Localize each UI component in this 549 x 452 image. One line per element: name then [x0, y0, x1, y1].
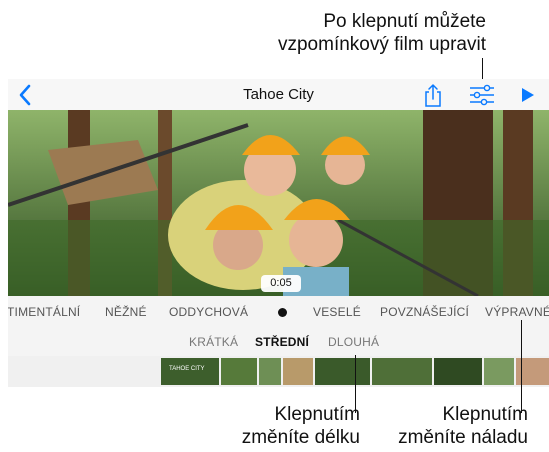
mood-callout-line-1: Klepnutím — [442, 404, 528, 425]
mood-callout: Klepnutím změníte náladu — [368, 403, 528, 449]
filmstrip-thumb — [372, 358, 432, 385]
nav-bar: Tahoe City — [8, 79, 549, 111]
selected-mood-dot-icon — [278, 308, 287, 317]
filmstrip[interactable]: TAHOE CITY — [8, 356, 549, 387]
filmstrip-thumb — [484, 358, 514, 385]
filmstrip-title-label: TAHOE CITY — [169, 366, 205, 372]
mood-item[interactable]: NĚŽNÉ — [105, 305, 147, 319]
mood-item[interactable]: VESELÉ — [313, 305, 361, 319]
length-callout-line-1: Klepnutím — [274, 404, 360, 425]
sliders-icon[interactable] — [468, 82, 496, 108]
length-selector: KRÁTKÁ STŘEDNÍ DLOUHÁ — [8, 328, 549, 356]
mood-callout-leader — [521, 320, 522, 413]
length-item-medium[interactable]: STŘEDNÍ — [255, 335, 309, 349]
length-callout: Klepnutím změníte délku — [150, 403, 360, 449]
memory-movie-screen: Tahoe City 0:05 TIMENTÁLNÍ NĚŽNÉ ODDYCHO… — [8, 79, 549, 387]
mood-item[interactable]: POVZNÁŠEJÍCÍ — [380, 305, 469, 319]
filmstrip-thumb — [315, 358, 370, 385]
length-item-short[interactable]: KRÁTKÁ — [189, 335, 238, 349]
edit-callout-line-1: Po klepnutí můžete — [323, 11, 486, 32]
mood-item[interactable]: ODDYCHOVÁ — [169, 305, 248, 319]
mood-callout-line-2: změníte náladu — [398, 427, 528, 448]
edit-callout-line-2: vzpomínkový film upravit — [277, 34, 486, 55]
play-icon[interactable] — [516, 82, 538, 108]
length-callout-line-2: změníte délku — [241, 427, 360, 448]
filmstrip-thumb — [221, 358, 257, 385]
filmstrip-thumb — [259, 358, 281, 385]
filmstrip-thumb — [283, 358, 313, 385]
time-badge: 0:05 — [261, 275, 301, 292]
mood-item[interactable]: TIMENTÁLNÍ — [8, 305, 80, 319]
mood-selector: TIMENTÁLNÍ NĚŽNÉ ODDYCHOVÁ VESELÉ POVZNÁ… — [8, 296, 549, 329]
filmstrip-thumb: TAHOE CITY — [161, 358, 219, 385]
edit-callout: Po klepnutí můžete vzpomínkový film upra… — [278, 10, 486, 56]
filmstrip-thumb — [434, 358, 482, 385]
length-item-long[interactable]: DLOUHÁ — [328, 335, 379, 349]
video-frame-image — [8, 110, 549, 296]
video-preview[interactable]: 0:05 — [8, 110, 549, 296]
mood-item[interactable]: VÝPRAVNÉ — [485, 305, 549, 319]
share-icon[interactable] — [422, 82, 444, 108]
